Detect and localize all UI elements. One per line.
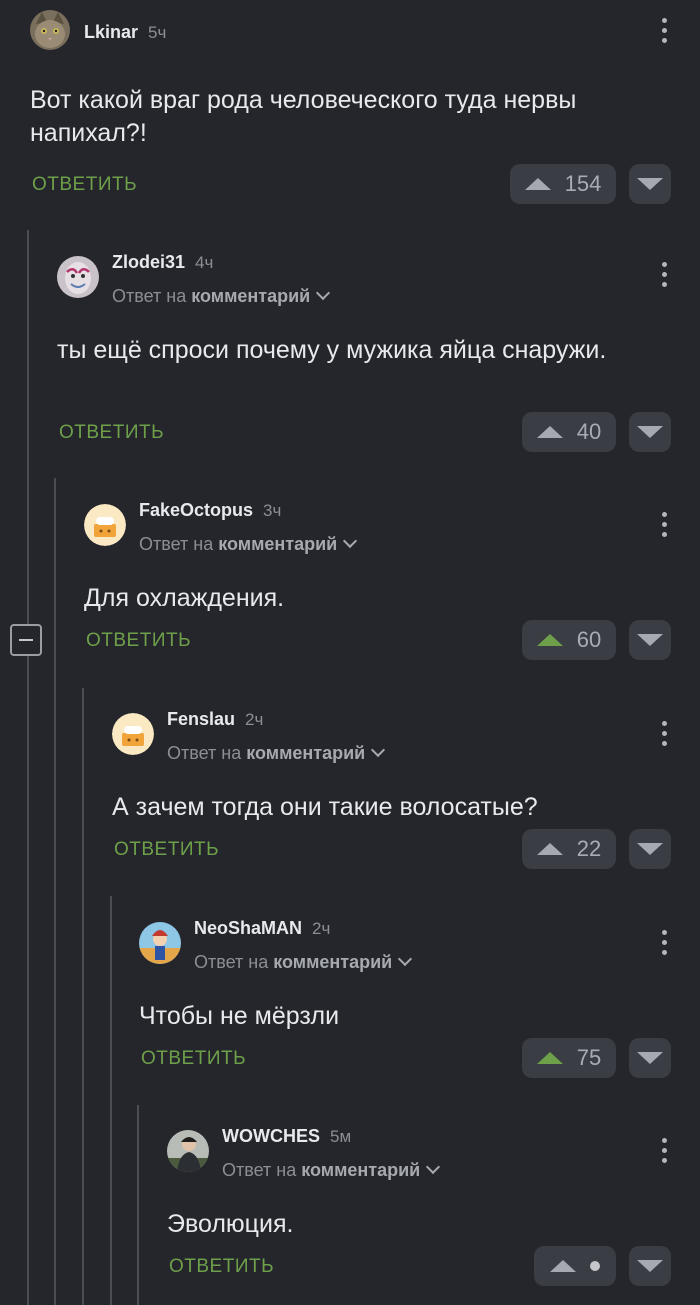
default-avatar[interactable]	[84, 504, 126, 546]
reply-button[interactable]: ОТВЕТИТЬ	[32, 174, 137, 196]
vote-count: 40	[576, 419, 602, 444]
comment-text: А зачем тогда они такие волосатые?	[112, 793, 538, 821]
comment-text: ты ещё спроси почему у мужика яйца снару…	[57, 336, 607, 364]
chevron-down-icon	[316, 285, 331, 301]
downvote-button[interactable]	[629, 1038, 671, 1078]
reply-to-link[interactable]: Ответ на комментарий	[139, 533, 358, 555]
comment-time: 5м	[330, 1127, 352, 1146]
more-options-icon[interactable]	[654, 260, 674, 290]
downvote-button[interactable]	[629, 1246, 671, 1286]
upvote-button[interactable]: 60	[522, 620, 616, 660]
author-name[interactable]: Zlodei31 4ч	[112, 252, 213, 273]
upvote-button[interactable]: 22	[522, 829, 616, 869]
more-options-icon[interactable]	[654, 719, 674, 749]
comment-fenslau: Fenslau 2ч Ответ на комментарий А зачем т…	[112, 707, 680, 877]
comment-time: 5ч	[148, 23, 167, 42]
downvote-icon	[637, 634, 663, 646]
downvote-icon	[637, 843, 663, 855]
comment-text: Для охлаждения.	[84, 584, 285, 612]
hidden-rating-dot-icon	[590, 1261, 600, 1271]
downvote-button[interactable]	[629, 620, 671, 660]
author-name[interactable]: Lkinar 5ч	[84, 22, 166, 43]
cat-avatar[interactable]	[30, 10, 70, 50]
upvote-button[interactable]: 154	[510, 164, 616, 204]
upvote-button[interactable]: 40	[522, 412, 616, 452]
comment-neoshaman: NeoShaMAN 2ч Ответ на комментарий Чтобы н…	[139, 916, 680, 1086]
reply-button[interactable]: ОТВЕТИТЬ	[141, 1048, 246, 1070]
comment-fakeoctopus: FakeOctopus 3ч Ответ на комментарий Для о…	[84, 498, 680, 668]
reply-button[interactable]: ОТВЕТИТЬ	[114, 839, 219, 861]
more-options-icon[interactable]	[654, 928, 674, 958]
cartoon-avatar[interactable]	[139, 922, 181, 964]
vote-count: 154	[564, 171, 602, 196]
thread-line-4	[110, 896, 112, 1305]
thread-line-1	[27, 230, 29, 1305]
vote-count: 60	[576, 627, 602, 652]
mask-avatar[interactable]	[57, 256, 99, 298]
comment-wowches: WOWCHES 5м Ответ на комментарий Эволюция.…	[167, 1124, 680, 1294]
photo-avatar[interactable]	[167, 1130, 209, 1172]
chevron-down-icon	[426, 1159, 441, 1175]
upvote-icon	[550, 1260, 576, 1272]
downvote-icon	[637, 178, 663, 190]
upvote-icon	[536, 1052, 563, 1064]
comment-time: 4ч	[195, 253, 214, 272]
chevron-down-icon	[343, 533, 358, 549]
chevron-down-icon	[398, 951, 413, 967]
upvote-icon	[524, 178, 551, 190]
comment-lkinar: Lkinar 5ч Вот какой враг рода человеческо…	[30, 10, 680, 210]
comment-zlodei31: Zlodei31 4ч Ответ на комментарий ты ещё с…	[57, 250, 680, 460]
reply-to-link[interactable]: Ответ на комментарий	[112, 285, 331, 307]
more-options-icon[interactable]	[654, 16, 674, 46]
collapse-thread-button[interactable]	[10, 624, 42, 656]
downvote-button[interactable]	[629, 412, 671, 452]
reply-to-link[interactable]: Ответ на комментарий	[167, 742, 386, 764]
default-avatar[interactable]	[112, 713, 154, 755]
downvote-icon	[637, 1260, 663, 1272]
upvote-icon	[536, 634, 563, 646]
comment-text: Вот какой враг рода человеческого туда н…	[30, 86, 577, 147]
reply-button[interactable]: ОТВЕТИТЬ	[59, 422, 164, 444]
upvote-button[interactable]	[534, 1246, 616, 1286]
thread-line-3	[82, 688, 84, 1305]
downvote-icon	[637, 1052, 663, 1064]
downvote-button[interactable]	[629, 164, 671, 204]
comment-text: Эволюция.	[167, 1210, 294, 1238]
reply-to-link[interactable]: Ответ на комментарий	[222, 1159, 441, 1181]
author-name[interactable]: FakeOctopus 3ч	[139, 500, 281, 521]
more-options-icon[interactable]	[654, 510, 674, 540]
comment-time: 3ч	[263, 501, 282, 520]
comment-text: Чтобы не мёрзли	[139, 1002, 340, 1030]
author-name[interactable]: Fenslau 2ч	[167, 709, 263, 730]
reply-button[interactable]: ОТВЕТИТЬ	[169, 1256, 274, 1278]
reply-button[interactable]: ОТВЕТИТЬ	[86, 630, 191, 652]
comment-time: 2ч	[312, 919, 331, 938]
downvote-icon	[637, 426, 663, 438]
chevron-down-icon	[371, 742, 386, 758]
reply-to-link[interactable]: Ответ на комментарий	[194, 951, 413, 973]
thread-line-5	[137, 1105, 139, 1305]
upvote-icon	[536, 843, 563, 855]
author-name[interactable]: NeoShaMAN 2ч	[194, 918, 330, 939]
upvote-button[interactable]: 75	[522, 1038, 616, 1078]
thread-line-2	[54, 478, 56, 1305]
author-name[interactable]: WOWCHES 5м	[222, 1126, 351, 1147]
more-options-icon[interactable]	[654, 1136, 674, 1166]
upvote-icon	[536, 426, 563, 438]
comment-time: 2ч	[245, 710, 264, 729]
vote-count: 75	[576, 1045, 602, 1070]
downvote-button[interactable]	[629, 829, 671, 869]
vote-count: 22	[576, 836, 602, 861]
